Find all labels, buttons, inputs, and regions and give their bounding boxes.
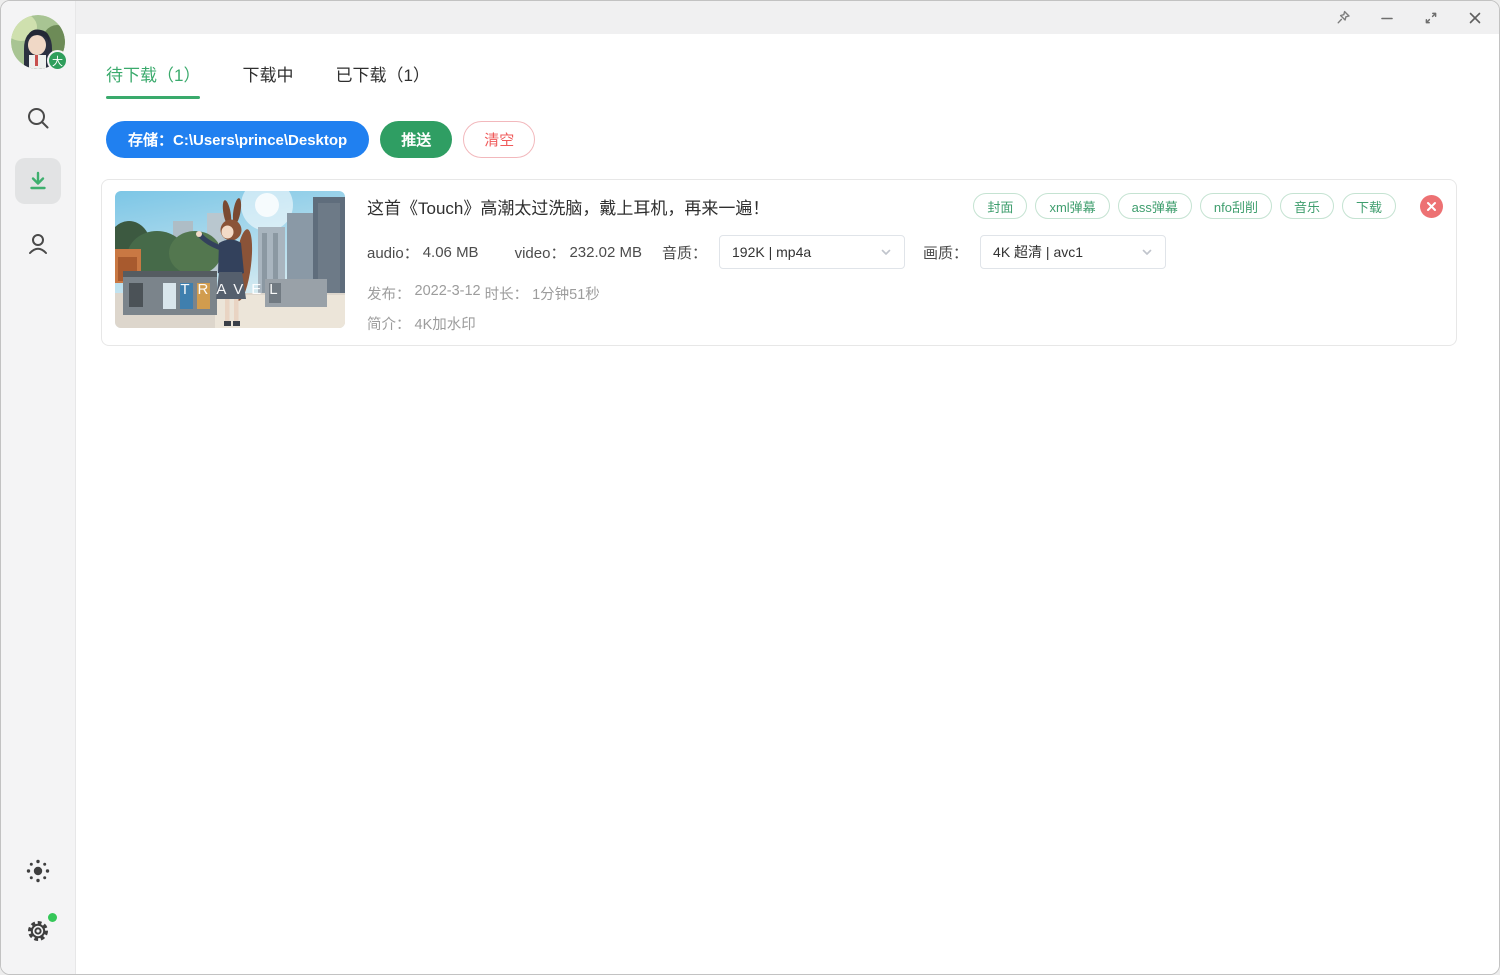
chevron-down-icon (880, 246, 892, 258)
tag-download[interactable]: 下载 (1342, 193, 1396, 219)
video-quality-label: 画质： (923, 242, 968, 263)
video-title: 这首《Touch》高潮太过洗脑，戴上耳机，再来一遍！ (367, 194, 973, 219)
intro-label: 简介： (367, 313, 411, 334)
intro-value: 4K加水印 (415, 313, 476, 334)
audio-size: 4.06 MB (423, 244, 479, 261)
publish-info-row: 发布：2022-3-12 时长：1分钟51秒 (367, 283, 1443, 304)
storage-path-button[interactable]: 存储：C:\Users\prince\Desktop (106, 121, 369, 158)
maximize-icon (1424, 11, 1438, 25)
push-button[interactable]: 推送 (380, 121, 452, 158)
tab-downloaded[interactable]: 已下载（1） (335, 61, 429, 99)
tab-pending[interactable]: 待下载（1） (106, 61, 200, 99)
video-size: 232.02 MB (569, 244, 642, 261)
audio-label: audio： (367, 242, 419, 263)
download-item-info: 这首《Touch》高潮太过洗脑，戴上耳机，再来一遍！ 封面 xml弹幕 ass弹… (367, 191, 1443, 334)
tab-bar: 待下载（1） 下载中 已下载（1） (106, 61, 1457, 99)
sidebar-item-theme[interactable] (21, 854, 55, 888)
tag-music[interactable]: 音乐 (1280, 193, 1334, 219)
toolbar: 存储：C:\Users\prince\Desktop 推送 清空 (106, 121, 1457, 158)
publish-label: 发布： (367, 283, 411, 304)
audio-quality-label: 音质： (662, 242, 707, 263)
remove-item-button[interactable] (1420, 195, 1443, 218)
duration-value: 1分钟51秒 (532, 283, 600, 304)
close-icon (1468, 11, 1482, 25)
avatar-badge: 大 (47, 50, 68, 71)
sidebar-item-downloads[interactable] (15, 158, 61, 204)
sidebar-item-settings[interactable] (21, 914, 55, 948)
pin-button[interactable] (1335, 10, 1351, 26)
download-item-card: TRAVEL 这首《Touch》高潮太过洗脑，戴上耳机，再来一遍！ 封面 xml… (101, 179, 1457, 346)
minimize-icon (1380, 11, 1394, 25)
minimize-button[interactable] (1379, 10, 1395, 26)
remove-x-icon (1426, 201, 1437, 212)
main-content: 待下载（1） 下载中 已下载（1） 存储：C:\Users\prince\Des… (76, 34, 1499, 974)
tab-downloading[interactable]: 下载中 (242, 61, 293, 99)
audio-quality-select[interactable]: 192K | mp4a (719, 235, 905, 269)
video-thumbnail[interactable]: TRAVEL (115, 191, 345, 328)
clear-button[interactable]: 清空 (463, 121, 535, 158)
video-label: video： (515, 242, 566, 263)
tag-cover[interactable]: 封面 (973, 193, 1027, 219)
app-window: 大 (0, 0, 1500, 975)
media-info-row: audio： 4.06 MB video： 232.02 MB 音质： 192K… (367, 235, 1443, 269)
sidebar-item-user[interactable] (21, 227, 55, 261)
duration-label: 时长： (485, 283, 529, 304)
intro-row: 简介：4K加水印 (367, 313, 1443, 334)
avatar[interactable]: 大 (11, 15, 65, 69)
maximize-button[interactable] (1423, 10, 1439, 26)
audio-quality-value: 192K | mp4a (732, 244, 811, 260)
video-quality-value: 4K 超清 | avc1 (993, 242, 1083, 262)
settings-notification-dot (48, 913, 57, 922)
chevron-down-icon (1141, 246, 1153, 258)
titlebar (76, 1, 1499, 34)
tag-ass-danmaku[interactable]: ass弹幕 (1118, 193, 1192, 219)
theme-icon (25, 858, 51, 884)
thumbnail-image: TRAVEL (115, 191, 345, 328)
publish-date: 2022-3-12 (415, 283, 481, 304)
sidebar-item-search[interactable] (21, 101, 55, 135)
tag-nfo-scrape[interactable]: nfo刮削 (1200, 193, 1272, 219)
search-icon (25, 105, 51, 131)
pin-icon (1336, 10, 1351, 25)
tag-xml-danmaku[interactable]: xml弹幕 (1035, 193, 1109, 219)
sidebar: 大 (1, 1, 76, 974)
close-window-button[interactable] (1467, 10, 1483, 26)
video-quality-select[interactable]: 4K 超清 | avc1 (980, 235, 1166, 269)
download-icon (26, 169, 50, 193)
thumbnail-overlay-text: TRAVEL (180, 281, 285, 298)
user-icon (25, 231, 51, 257)
option-tags: 封面 xml弹幕 ass弹幕 nfo刮削 音乐 下载 (973, 193, 1396, 219)
settings-gear-icon (24, 917, 52, 945)
